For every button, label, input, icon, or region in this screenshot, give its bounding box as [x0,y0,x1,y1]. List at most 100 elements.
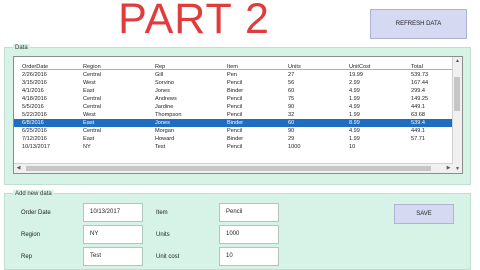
column-header-units[interactable]: Units [286,63,347,70]
data-listbox[interactable]: OrderDate Region Rep Item Units UnitCost… [13,56,463,174]
add-frame-label: Add new data [13,190,54,198]
table-cell: 149.25 [411,96,429,102]
arrow-up-icon[interactable]: ▲ [453,57,462,65]
table-cell: 1.99 [349,112,360,118]
table-row[interactable]: 6/8/2016 East Jones Binder 60 8.99 539.4 [14,119,454,127]
table-cell: 75 [288,96,295,102]
data-frame-label: Data [13,44,30,52]
table-cell: 90 [288,104,295,110]
table-row[interactable]: 5/22/2016 West Thompson Pencil 32 1.99 63.68 [14,111,454,119]
table-cell: Pencil [227,128,243,134]
table-cell: 56 [288,80,295,86]
table-cell: 1.99 [349,136,360,142]
column-header-rep[interactable]: Rep [153,63,225,70]
rep-field[interactable]: Test [83,247,143,266]
table-cell: Central [83,72,102,78]
column-header-total[interactable]: Total [409,63,454,70]
units-field[interactable]: 1000 [219,225,279,244]
unit-cost-field[interactable]: 10 [219,247,279,266]
horizontal-scroll-thumb[interactable] [26,166,431,171]
table-cell: 10/13/2017 [22,144,50,150]
table-cell: East [83,120,95,126]
arrow-right-icon[interactable]: ▶ [444,164,453,173]
table-cell: Pencil [227,144,243,150]
table-cell: 6/8/2016 [22,120,44,126]
table-cell: Pencil [227,80,243,86]
horizontal-scrollbar[interactable]: ◀ ▶ [14,163,453,173]
table-cell: 1.99 [349,96,360,102]
table-cell: Sorvino [155,80,174,86]
table-cell: Pencil [227,112,243,118]
table-row[interactable]: 2/26/2016 Central Gill Pen 27 19.99 539.73 [14,71,454,79]
table-cell: Gill [155,72,164,78]
table-cell: 10 [349,144,356,150]
rep-label: Rep [21,254,33,260]
order-date-field[interactable]: 10/13/2017 [83,203,143,222]
table-cell: Howard [155,136,175,142]
vertical-scrollbar[interactable]: ▲ ▼ [452,57,462,173]
table-cell: 29 [288,136,295,142]
region-field[interactable]: NY [83,225,143,244]
order-date-label: Order Date [21,210,51,216]
table-cell: 299.4 [411,88,425,94]
table-cell: Binder [227,88,244,94]
column-header-unitcost[interactable]: UnitCost [347,63,409,70]
column-header-item[interactable]: Item [225,63,286,70]
item-label: Item [156,210,168,216]
table-cell: Andrews [155,96,177,102]
table-cell: NY [83,144,91,150]
table-cell: 63.68 [411,112,425,118]
table-cell: 19.99 [349,72,363,78]
table-row[interactable]: 7/12/2016 East Howard Binder 29 1.99 57.71 [14,135,454,143]
table-row[interactable]: 10/13/2017 NY Test Pencil 1000 10 [14,143,454,151]
table-cell: 4.99 [349,104,360,110]
arrow-left-icon[interactable]: ◀ [14,164,23,173]
table-cell: 7/12/2016 [22,136,47,142]
table-cell: 5/5/2016 [22,104,44,110]
arrow-down-icon[interactable]: ▼ [453,165,462,173]
table-cell: 90 [288,128,295,134]
table-cell: Test [155,144,166,150]
table-cell: Binder [227,136,244,142]
page-title: PART 2 [118,0,270,43]
table-cell: 6/25/2016 [22,128,47,134]
table-cell: 2.99 [349,80,360,86]
table-row[interactable]: 6/25/2016 Central Morgan Pencil 90 4.99 449.1 [14,127,454,135]
table-cell: Pencil [227,104,243,110]
table-cell: 27 [288,72,295,78]
table-cell: 60 [288,120,295,126]
table-cell: 3/15/2016 [22,80,47,86]
table-cell: Binder [227,120,244,126]
table-row[interactable]: 4/1/2016 East Jones Binder 60 4.99 299.4 [14,87,454,95]
unit-cost-label: Unit cost [156,254,180,260]
table-cell: 4/1/2016 [22,88,44,94]
units-label: Units [156,232,170,238]
table-cell: 4.99 [349,88,360,94]
table-cell: Pen [227,72,237,78]
column-header-orderdate[interactable]: OrderDate [20,63,81,70]
table-cell: Jardine [155,104,174,110]
table-cell: West [83,80,96,86]
table-cell: 449.1 [411,128,425,134]
table-cell: 449.1 [411,104,425,110]
table-cell: Central [83,128,102,134]
table-cell: 539.4 [411,120,425,126]
table-row[interactable]: 4/18/2016 Central Andrews Pencil 75 1.99 149.2… [14,95,454,103]
table-cell: 167.44 [411,80,429,86]
table-row[interactable]: 3/15/2016 West Sorvino Pencil 56 2.99 167.44 [14,79,454,87]
table-row[interactable]: 5/5/2016 Central Jardine Pencil 90 4.99 449.1 [14,103,454,111]
table-cell: 4/18/2016 [22,96,47,102]
table-cell: 539.73 [411,72,429,78]
item-field[interactable]: Pencil [219,203,279,222]
table-cell: 4.99 [349,128,360,134]
column-header-region[interactable]: Region [81,63,153,70]
refresh-data-button[interactable]: REFRESH DATA [370,9,467,39]
table-cell: 2/26/2016 [22,72,47,78]
table-cell: 5/22/2016 [22,112,47,118]
vertical-scroll-thumb[interactable] [454,77,460,111]
region-label: Region [21,232,41,238]
table-cell: 57.71 [411,136,425,142]
save-button[interactable]: SAVE [394,204,454,224]
table-cell: West [83,112,96,118]
table-cell: Jones [155,120,170,126]
